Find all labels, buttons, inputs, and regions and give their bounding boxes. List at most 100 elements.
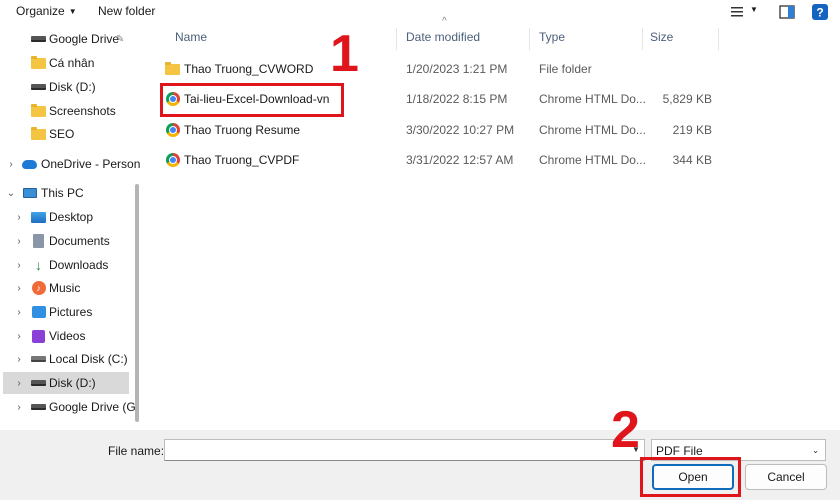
- drive-icon: [31, 80, 46, 94]
- pin-icon: ✎: [116, 33, 125, 45]
- file-date: 1/18/2022 8:15 PM: [406, 92, 508, 106]
- cloud-icon: [22, 157, 37, 171]
- file-size: 344 KB: [672, 153, 712, 167]
- step-number-2: 2: [611, 401, 640, 459]
- nav-item-screenshots[interactable]: Screenshots: [0, 100, 134, 122]
- documents-icon: [31, 234, 46, 248]
- chevron-right-icon[interactable]: ›: [14, 236, 24, 247]
- nav-item-label: Videos: [49, 329, 86, 343]
- desktop-icon: [31, 210, 46, 224]
- nav-item-ca-nhan[interactable]: Cá nhân: [0, 52, 134, 74]
- file-name: Thao Truong_CVPDF: [184, 153, 300, 167]
- nav-item-onedrive[interactable]: › OneDrive - Person: [0, 153, 140, 175]
- nav-item-label: Music: [49, 281, 81, 295]
- nav-item-label: OneDrive - Person: [41, 157, 141, 171]
- file-date: 3/30/2022 10:27 PM: [406, 123, 515, 137]
- nav-item-google-drive[interactable]: Google Drive ✎: [0, 28, 134, 50]
- music-icon: ♪: [31, 281, 46, 295]
- column-header-date[interactable]: Date modified: [406, 24, 480, 50]
- chevron-down-icon[interactable]: ⌄: [6, 188, 16, 199]
- file-size: 5,829 KB: [662, 92, 712, 106]
- nav-item-videos[interactable]: › Videos: [0, 325, 134, 347]
- chevron-right-icon[interactable]: ›: [14, 307, 24, 318]
- column-divider[interactable]: [642, 28, 643, 50]
- nav-item-label: Documents: [49, 234, 110, 248]
- drive-icon: [31, 32, 46, 46]
- file-name: Thao Truong Resume: [184, 123, 301, 137]
- organize-button[interactable]: Organize ▼: [16, 4, 77, 18]
- nav-item-music[interactable]: › ♪ Music: [0, 277, 134, 299]
- folder-icon: [31, 55, 46, 70]
- toolbar: Organize ▼ New folder ▼ ?: [0, 0, 840, 24]
- pictures-icon: [31, 305, 46, 319]
- highlight-box-file: [160, 83, 344, 117]
- nav-item-label: Downloads: [49, 258, 109, 272]
- chevron-down-icon: ⌄: [812, 446, 819, 455]
- file-name-label: File name:: [108, 444, 165, 458]
- folder-icon: [31, 126, 46, 141]
- nav-item-label: Screenshots: [49, 104, 116, 118]
- column-header-type[interactable]: Type: [539, 24, 565, 50]
- chevron-right-icon[interactable]: ›: [14, 212, 24, 223]
- file-name: Thao Truong_CVWORD: [184, 62, 314, 76]
- nav-item-disk-d-quick[interactable]: Disk (D:): [0, 76, 134, 98]
- nav-item-pictures[interactable]: › Pictures: [0, 301, 134, 323]
- help-icon[interactable]: ?: [811, 3, 829, 21]
- nav-item-label: Google Drive: [49, 32, 120, 46]
- chevron-right-icon[interactable]: ›: [14, 354, 24, 365]
- file-row[interactable]: Thao Truong Resume 3/30/2022 10:27 PM Ch…: [160, 115, 720, 145]
- preview-pane-icon[interactable]: [778, 3, 796, 21]
- column-divider[interactable]: [396, 28, 397, 50]
- highlight-box-open: [640, 457, 741, 497]
- file-date: 3/31/2022 12:57 AM: [406, 153, 514, 167]
- nav-item-label: SEO: [49, 127, 75, 141]
- chevron-right-icon[interactable]: ›: [14, 402, 24, 413]
- nav-item-label: Cá nhân: [49, 56, 95, 70]
- column-header-name[interactable]: Name: [175, 24, 207, 50]
- file-type-value: PDF File: [656, 444, 703, 458]
- file-type: Chrome HTML Do...: [539, 92, 646, 106]
- file-row[interactable]: Thao Truong_CVPDF 3/31/2022 12:57 AM Chr…: [160, 145, 720, 175]
- nav-item-disk-d[interactable]: › Disk (D:): [3, 372, 129, 394]
- nav-item-label: Disk (D:): [49, 376, 96, 390]
- nav-item-downloads[interactable]: › ↓ Downloads: [0, 254, 134, 276]
- chevron-right-icon[interactable]: ›: [6, 159, 16, 170]
- step-number-1: 1: [330, 25, 359, 83]
- file-size: 219 KB: [672, 123, 712, 137]
- file-name-input[interactable]: [164, 439, 645, 461]
- nav-item-seo[interactable]: SEO: [0, 123, 134, 145]
- view-options-chevron-icon[interactable]: ▼: [750, 5, 758, 14]
- file-type: Chrome HTML Do...: [539, 153, 646, 167]
- column-divider[interactable]: [529, 28, 530, 50]
- nav-item-this-pc[interactable]: ⌄ This PC: [0, 182, 134, 204]
- svg-text:?: ?: [816, 6, 823, 20]
- nav-item-google-drive-g[interactable]: › Google Drive (G: [0, 396, 135, 418]
- file-date: 1/20/2023 1:21 PM: [406, 62, 508, 76]
- chevron-right-icon[interactable]: ›: [14, 378, 24, 389]
- new-folder-button[interactable]: New folder: [98, 4, 155, 18]
- file-type: File folder: [539, 62, 592, 76]
- chevron-right-icon[interactable]: ›: [14, 283, 24, 294]
- downloads-icon: ↓: [35, 257, 42, 273]
- nav-item-desktop[interactable]: › Desktop: [0, 206, 134, 228]
- nav-item-label: Local Disk (C:): [49, 352, 128, 366]
- view-list-icon[interactable]: [728, 3, 746, 21]
- nav-item-label: Desktop: [49, 210, 94, 224]
- videos-icon: [31, 329, 46, 343]
- file-row[interactable]: Thao Truong_CVWORD 1/20/2023 1:21 PM Fil…: [160, 54, 720, 84]
- chevron-right-icon[interactable]: ›: [14, 331, 24, 342]
- nav-item-local-disk-c[interactable]: › Local Disk (C:): [0, 348, 134, 370]
- local-disk-icon: [31, 352, 46, 366]
- folder-icon: [31, 103, 46, 118]
- column-divider[interactable]: [718, 28, 719, 50]
- chevron-right-icon[interactable]: ›: [14, 260, 24, 271]
- drive-icon: [31, 376, 46, 390]
- pc-icon: [22, 186, 37, 200]
- cancel-button[interactable]: Cancel: [745, 464, 827, 490]
- nav-item-documents[interactable]: › Documents: [0, 230, 134, 252]
- chevron-down-icon: ▼: [68, 7, 77, 16]
- nav-scrollbar-thumb[interactable]: [135, 184, 139, 422]
- column-header-size[interactable]: Size: [650, 24, 673, 50]
- organize-label: Organize: [16, 4, 65, 18]
- folder-icon: [165, 61, 180, 76]
